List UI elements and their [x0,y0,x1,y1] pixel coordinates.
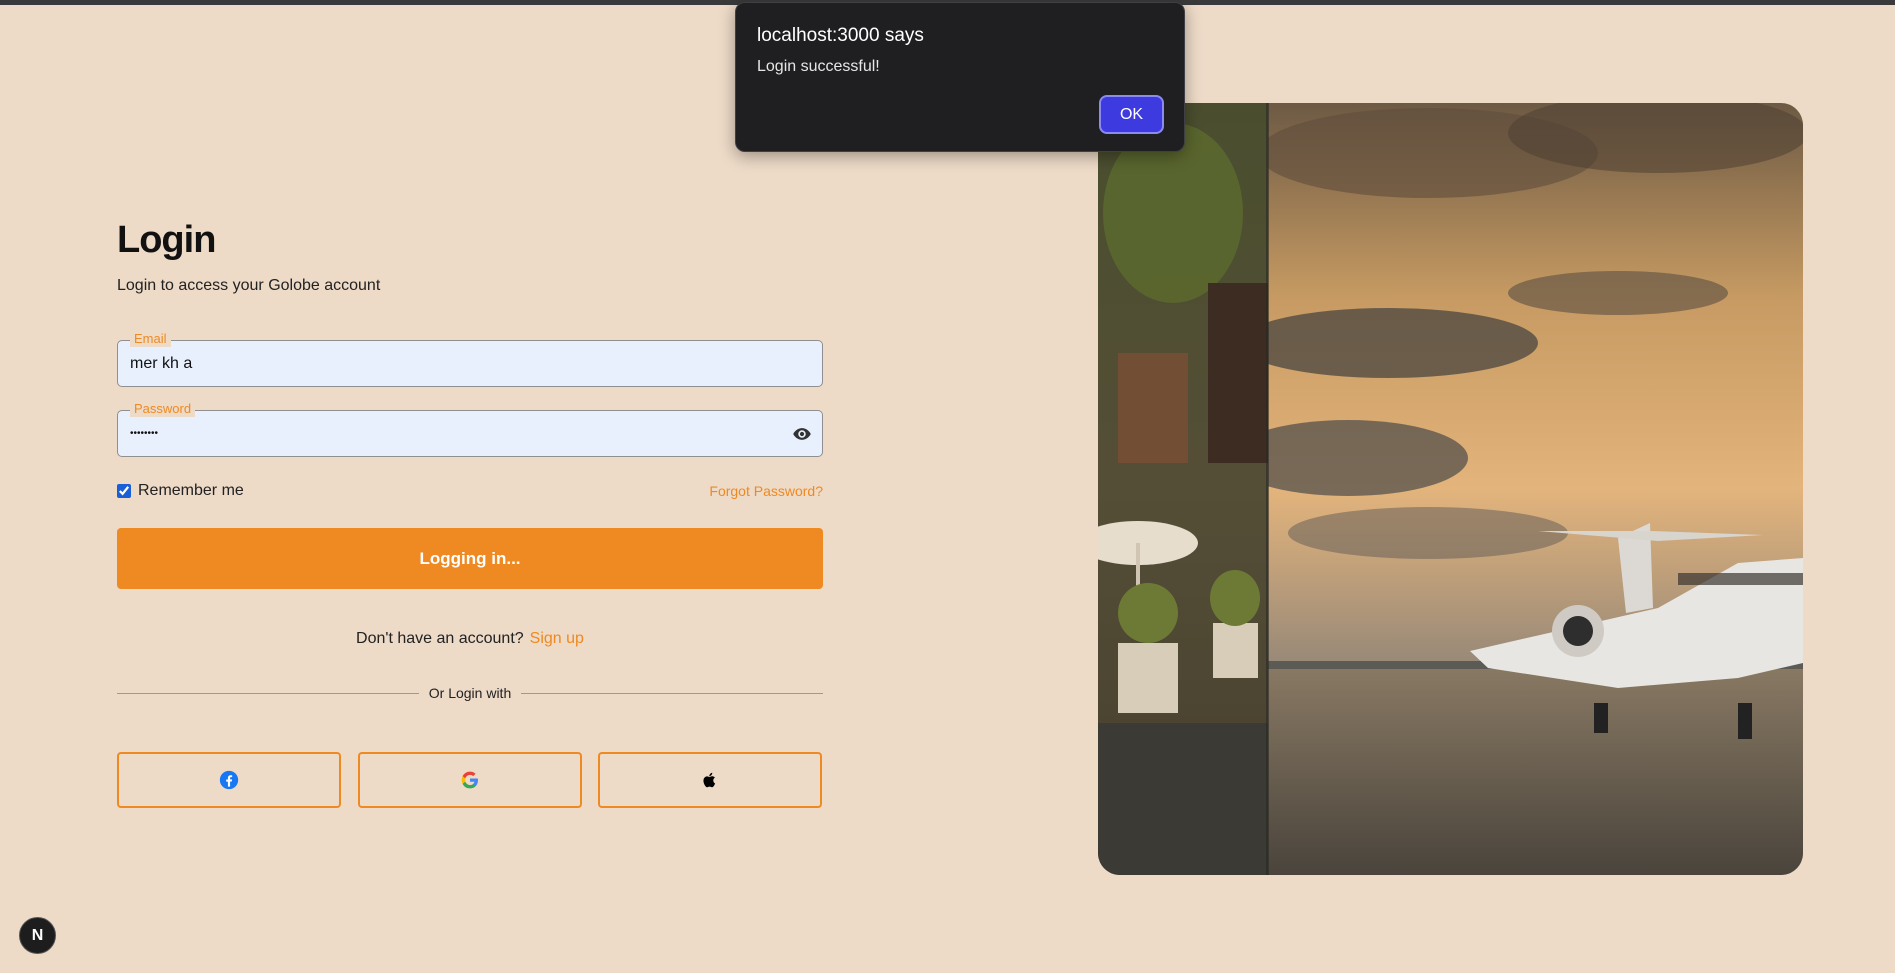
facebook-icon [219,770,239,790]
password-field[interactable]: Password [117,401,823,457]
facebook-login-button[interactable] [117,752,341,808]
divider: Or Login with [117,684,823,702]
apple-icon [703,772,716,788]
email-field[interactable]: Email [117,331,823,387]
alert-message: Login successful! [757,58,880,75]
login-form: Login Login to access your Golobe accoun… [117,215,823,808]
signup-link[interactable]: Sign up [530,630,584,647]
alert-dialog: localhost:3000 says Login successful! OK [735,2,1185,152]
alert-ok-button[interactable]: OK [1099,95,1164,134]
no-account-text: Don't have an account? [356,630,524,647]
email-input[interactable] [130,341,770,386]
google-icon [461,771,478,789]
page-title: Login [117,219,216,261]
hero-image [1098,103,1803,875]
login-button[interactable]: Logging in... [117,528,823,589]
social-login-buttons [117,752,823,808]
remember-me-checkbox[interactable] [117,484,131,498]
remember-me-label: Remember me [138,482,244,499]
signup-row: Don't have an account? Sign up [117,630,823,648]
page-subtitle: Login to access your Golobe account [117,277,381,294]
divider-label: Or Login with [418,685,522,701]
alert-title: localhost:3000 says [757,25,924,46]
password-input[interactable] [130,411,770,456]
google-login-button[interactable] [358,752,582,808]
show-password-eye-icon[interactable] [792,424,812,444]
nextjs-dev-badge[interactable]: N [19,917,56,954]
forgot-password-link[interactable]: Forgot Password? [709,483,823,499]
remember-me[interactable]: Remember me [117,482,244,500]
apple-login-button[interactable] [598,752,822,808]
